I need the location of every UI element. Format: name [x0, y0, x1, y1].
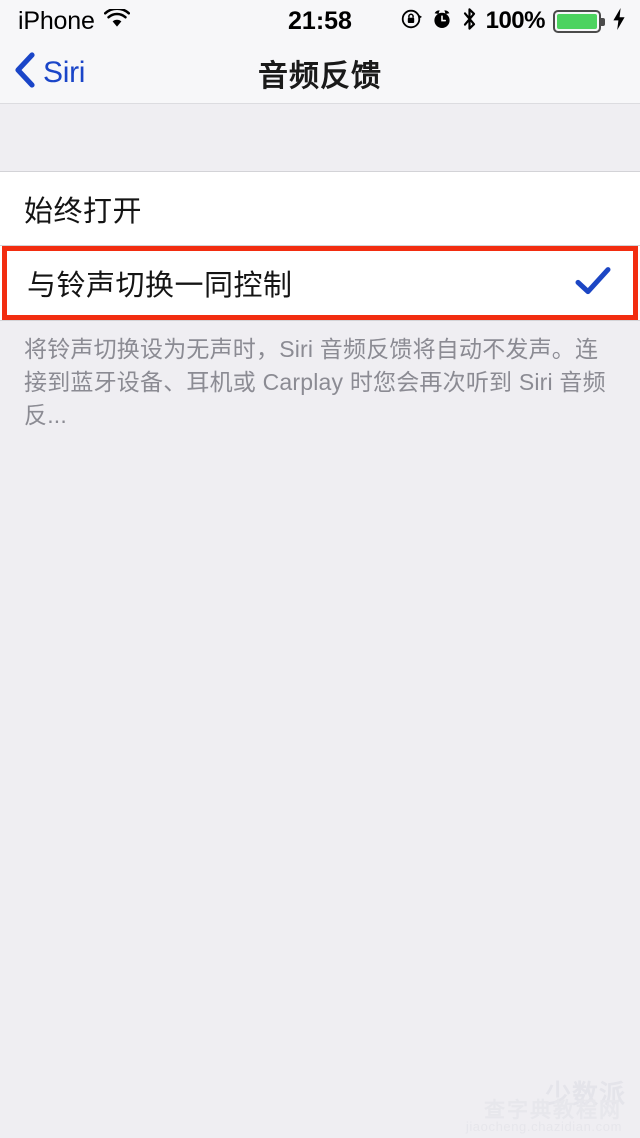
alarm-clock-icon — [431, 8, 453, 35]
section-footer-note: 将铃声切换设为无声时，Siri 音频反馈将自动不发声。连接到蓝牙设备、耳机或 C… — [24, 336, 606, 428]
audio-feedback-options-group: 始终打开 与铃声切换一同控制 — [0, 171, 640, 321]
list-item-always-on[interactable]: 始终打开 — [0, 172, 640, 245]
lightning-bolt-icon — [612, 7, 626, 36]
wifi-icon — [103, 6, 130, 34]
status-bar-left: iPhone — [18, 7, 130, 36]
list-item-control-with-ring-switch[interactable]: 与铃声切换一同控制 — [7, 251, 633, 315]
checkmark-icon — [575, 266, 611, 301]
chevron-left-icon — [14, 52, 36, 93]
carrier-label: iPhone — [18, 6, 95, 35]
list-item-label: 始终打开 — [24, 195, 143, 228]
rotation-lock-icon — [401, 8, 423, 35]
red-annotation-box: 与铃声切换一同控制 — [2, 246, 638, 320]
navigation-bar: Siri 音频反馈 — [0, 42, 640, 104]
status-bar: iPhone 21:58 100% — [0, 0, 640, 42]
back-button[interactable]: Siri — [0, 52, 85, 93]
back-button-label: Siri — [43, 55, 86, 89]
bluetooth-icon — [461, 7, 478, 36]
section-spacer — [0, 104, 640, 171]
page-title: 音频反馈 — [258, 59, 382, 93]
battery-percentage: 100% — [485, 7, 546, 34]
battery-full-icon — [553, 9, 605, 33]
watermark-site: 查字典教程网 — [484, 1099, 622, 1122]
list-item-label: 与铃声切换一同控制 — [27, 270, 293, 302]
watermark-brand: 少数派 — [544, 1079, 626, 1109]
settings-content: 始终打开 与铃声切换一同控制 将铃声切换设为无声时，Siri 音频反馈将自动不发… — [0, 104, 640, 432]
watermark-url: jiaocheng.chazidian.com — [465, 1119, 622, 1134]
status-bar-right: 100% — [401, 7, 626, 36]
watermark: 少数派 查字典教程网 jiaocheng.chazidian.com — [460, 1072, 632, 1134]
